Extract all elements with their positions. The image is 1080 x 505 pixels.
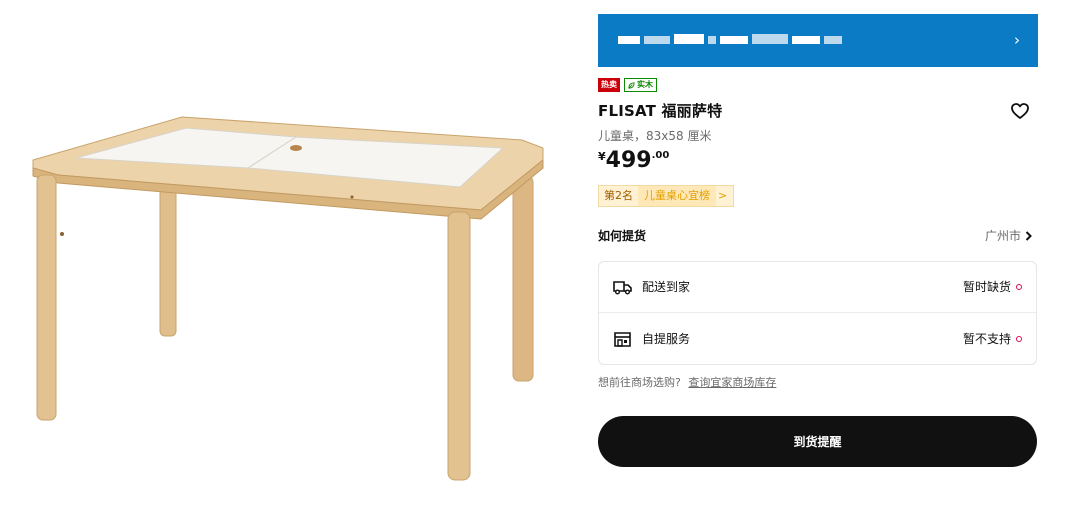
- option-home-delivery[interactable]: 配送到家 暂时缺货: [599, 262, 1036, 313]
- option-status: 暂不支持: [962, 331, 1011, 346]
- truck-icon: [613, 281, 632, 295]
- option-label: 配送到家: [642, 280, 691, 294]
- product-badges: 热卖 实木: [598, 78, 657, 92]
- solid-wood-label: 实木: [637, 80, 653, 89]
- solid-wood-badge: 实木: [624, 78, 657, 92]
- pickup-section-title: 如何提货: [598, 229, 647, 243]
- banner-obscured-text: [674, 34, 704, 44]
- store-stock-line: 想前往商场选购? 查询宜家商场库存: [598, 375, 776, 391]
- price-decimal: .00: [651, 150, 670, 161]
- status-dot-icon: [1016, 284, 1022, 290]
- banner-chevron-icon: ›: [1014, 31, 1020, 49]
- price-currency: ¥: [598, 150, 606, 163]
- notify-when-available-button[interactable]: 到货提醒: [598, 416, 1037, 467]
- banner-obscured-text: [708, 36, 716, 44]
- ranking-list-name: 儿童桌心宜榜: [638, 186, 716, 206]
- banner-obscured-text: [752, 34, 788, 44]
- promo-banner[interactable]: ›: [598, 14, 1038, 67]
- store-prompt: 想前往商场选购?: [598, 376, 681, 389]
- banner-obscured-text: [824, 36, 842, 44]
- option-label: 自提服务: [642, 331, 691, 346]
- store-icon: [614, 331, 631, 347]
- wooden-table-illustration: [32, 116, 544, 481]
- ranking-position: 第2名: [604, 189, 633, 202]
- product-name: FLISAT 福丽萨特: [598, 102, 723, 120]
- fulfillment-options: 配送到家 暂时缺货 自提服务 暂不支持: [598, 261, 1037, 365]
- check-store-stock-link[interactable]: 查询宜家商场库存: [688, 376, 776, 389]
- city-name: 广州市: [984, 229, 1021, 243]
- product-image[interactable]: [0, 0, 580, 505]
- option-status: 暂时缺货: [962, 280, 1011, 294]
- city-selector[interactable]: 广州市: [985, 227, 1032, 245]
- leaf-icon: [628, 81, 635, 89]
- product-price: ¥ 499 .00: [598, 148, 669, 174]
- chevron-right-icon: [1025, 231, 1032, 241]
- heart-icon[interactable]: [1010, 102, 1030, 120]
- option-self-pickup[interactable]: 自提服务 暂不支持: [599, 313, 1036, 364]
- product-description: 儿童桌，83x58 厘米: [598, 129, 712, 143]
- product-info-panel: › 热卖 实木 FLISAT 福丽萨特 儿童桌，83x58 厘米 ¥ 499 .…: [598, 0, 1038, 505]
- chevron-right-icon: >: [718, 189, 728, 202]
- price-integer: 499: [605, 148, 652, 173]
- hot-sale-badge: 热卖: [598, 78, 620, 92]
- banner-obscured-text: [792, 36, 820, 44]
- banner-obscured-text: [618, 36, 640, 44]
- banner-obscured-text: [720, 36, 748, 44]
- status-dot-icon: [1016, 335, 1022, 342]
- ranking-tag[interactable]: 第2名 儿童桌心宜榜 >: [598, 185, 735, 207]
- banner-obscured-text: [644, 36, 670, 44]
